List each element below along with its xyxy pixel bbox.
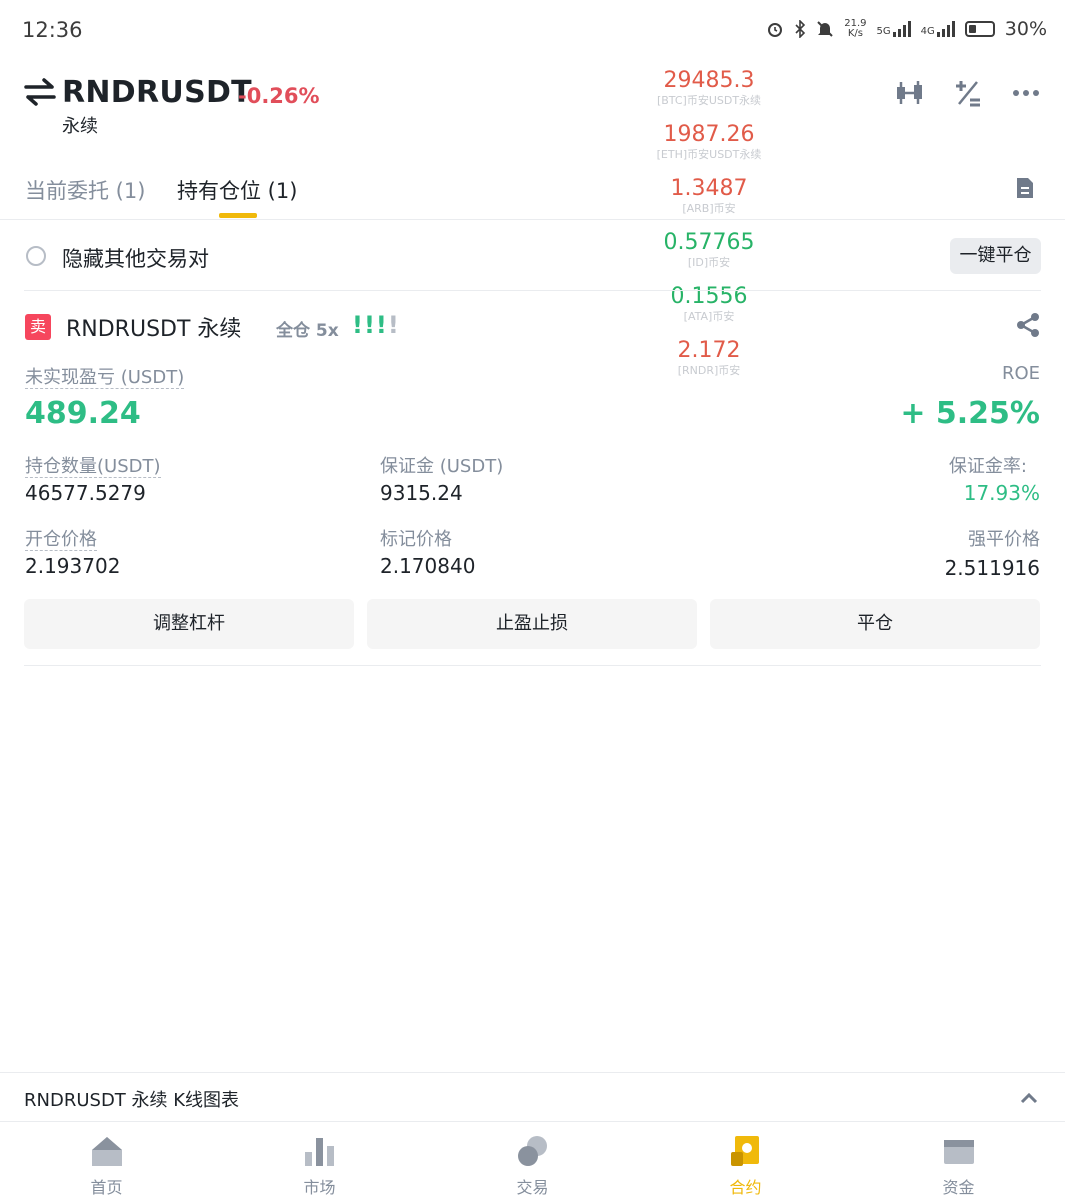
- nav-trade[interactable]: 交易: [426, 1124, 639, 1200]
- candlestick-chart-icon[interactable]: [895, 78, 925, 108]
- margin-mode: 全仓 5x: [276, 321, 339, 341]
- signal-4g-icon: 4G: [921, 21, 955, 37]
- divider: [24, 290, 1041, 291]
- ticker-label: [ID]币安: [687, 256, 731, 269]
- size-label: 持仓数量(USDT): [25, 456, 161, 478]
- margin-ratio-value: 17.93%: [963, 481, 1040, 505]
- swap-icon[interactable]: [24, 78, 56, 106]
- nav-label: 合约: [729, 1178, 762, 1197]
- battery-icon: [964, 21, 995, 37]
- adl-indicator: !!!!: [352, 311, 400, 339]
- mark-price-label: 标记价格: [380, 529, 452, 550]
- tab-active-indicator: [219, 213, 257, 218]
- entry-price-value: 2.193702: [25, 554, 121, 578]
- mark-price-value: 2.170840: [380, 554, 476, 578]
- divider: [0, 219, 1065, 220]
- margin-ratio-label: 保证金率:: [948, 456, 1027, 477]
- adjust-leverage-button[interactable]: 调整杠杆: [24, 599, 354, 649]
- ticker-label: [ATA]币安: [683, 310, 735, 323]
- wallet-icon: [943, 1140, 974, 1164]
- tp-sl-button[interactable]: 止盈止损: [367, 599, 697, 649]
- nav-label: 交易: [516, 1178, 549, 1197]
- contract-type: 永续: [62, 116, 98, 137]
- kline-label: RNDRUSDT 永续 K线图表: [24, 1090, 240, 1111]
- ticker-price: 1987.26: [663, 122, 755, 147]
- ticker-id: 0.57765 [ID]币安: [640, 230, 778, 270]
- battery-percent: 30%: [1004, 18, 1047, 40]
- tab-positions[interactable]: 持有仓位 (1): [177, 175, 297, 205]
- more-icon[interactable]: [1011, 78, 1041, 108]
- ticker-price: 0.57765: [663, 230, 755, 255]
- trade-icon: [517, 1136, 547, 1166]
- share-icon[interactable]: [1015, 312, 1041, 338]
- status-icons: 21.9 K/s 5G 4G 30%: [766, 18, 1047, 40]
- net-speed: 21.9 K/s: [844, 18, 867, 39]
- symbol-title[interactable]: RNDRUSDT: [62, 75, 252, 110]
- market-icon: [304, 1138, 334, 1166]
- header-actions: [895, 78, 1041, 108]
- mute-icon: [817, 21, 833, 37]
- ticker-label: [BTC]币安USDT永续: [656, 94, 762, 107]
- close-all-button[interactable]: 一键平仓: [950, 238, 1041, 274]
- pnl-value: 489.24: [25, 396, 141, 431]
- size-value: 46577.5279: [25, 481, 146, 505]
- futures-icon: [730, 1136, 759, 1166]
- nav-home[interactable]: 首页: [0, 1124, 213, 1200]
- home-icon: [91, 1137, 122, 1166]
- nav-label: 首页: [90, 1178, 123, 1197]
- hide-other-pairs-label: 隐藏其他交易对: [62, 247, 209, 271]
- signal-5g-icon: 5G: [877, 21, 911, 37]
- status-time: 12:36: [22, 18, 83, 42]
- margin-label: 保证金 (USDT): [380, 456, 504, 477]
- price-change: -0.26%: [238, 84, 320, 108]
- ticker-label: [ETH]币安USDT永续: [656, 148, 762, 161]
- roe-value: + 5.25%: [900, 396, 1040, 431]
- ticker-label: [RNDR]币安: [677, 364, 741, 377]
- liq-price-label: 强平价格: [968, 529, 1040, 550]
- ticker-eth: 1987.26 [ETH]币安USDT永续: [640, 122, 778, 162]
- chevron-up-icon[interactable]: [1019, 1088, 1039, 1108]
- divider: [24, 665, 1041, 666]
- bluetooth-icon: [795, 20, 806, 38]
- calculator-icon[interactable]: [953, 78, 983, 108]
- entry-price-label: 开仓价格: [25, 529, 97, 551]
- tab-open-orders[interactable]: 当前委托 (1): [25, 175, 145, 205]
- nav-label: 市场: [303, 1178, 336, 1197]
- pnl-label: 未实现盈亏 (USDT): [25, 367, 185, 389]
- ticker-rndr: 2.172 [RNDR]币安: [640, 338, 778, 378]
- ticker-price: 2.172: [677, 338, 741, 363]
- nav-wallet[interactable]: 资金: [852, 1124, 1065, 1200]
- ticker-price: 0.1556: [670, 284, 748, 309]
- nav-market[interactable]: 市场: [213, 1124, 426, 1200]
- order-history-icon[interactable]: [1015, 176, 1035, 200]
- ticker-price: 29485.3: [663, 68, 755, 93]
- ticker-btc: 29485.3 [BTC]币安USDT永续: [640, 68, 778, 108]
- sell-badge: 卖: [25, 314, 51, 340]
- hide-other-pairs-radio[interactable]: [26, 246, 46, 266]
- bottom-nav: 首页 市场 交易 合约 资金: [0, 1124, 1065, 1200]
- close-position-button[interactable]: 平仓: [710, 599, 1040, 649]
- roe-label: ROE: [1001, 363, 1040, 384]
- position-title: RNDRUSDT 永续: [66, 317, 242, 342]
- alarm-icon: [768, 23, 783, 37]
- nav-futures[interactable]: 合约: [639, 1124, 852, 1200]
- ticker-label: [ARB]币安: [682, 202, 736, 215]
- ticker-arb: 1.3487 [ARB]币安: [640, 176, 778, 216]
- ticker-price: 1.3487: [670, 176, 748, 201]
- nav-label: 资金: [942, 1178, 975, 1197]
- margin-value: 9315.24: [380, 481, 463, 505]
- liq-price-value: 2.511916: [944, 556, 1040, 580]
